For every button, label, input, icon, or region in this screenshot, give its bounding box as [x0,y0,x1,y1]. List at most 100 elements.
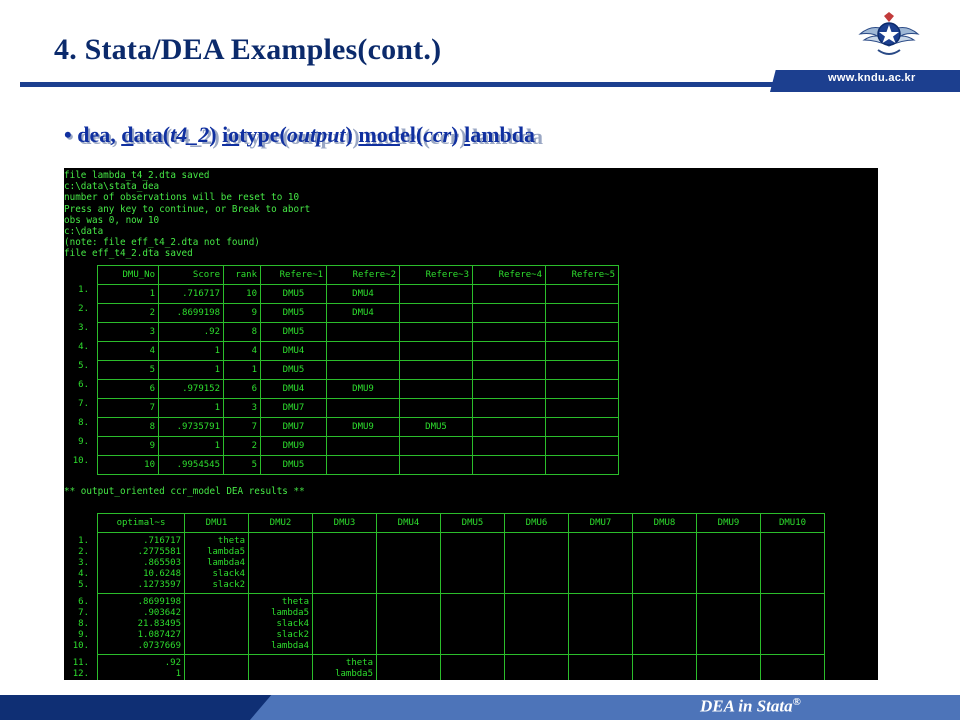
table-cell [545,322,619,342]
table-cell [504,654,569,680]
table-cell [545,360,619,380]
command-bullet: • dea, data(t4_2) iotype(output) model(c… [64,122,543,149]
column-header: DMU10 [760,513,825,533]
table-cell [399,284,473,304]
table-cell [326,398,400,418]
table-cell: .716717 [158,284,224,304]
table-row: 1. 2. 3. 4. 5. .716717 .2775581 .865503 1… [64,532,825,594]
column-header: DMU1 [184,513,249,533]
table-row: 10. 10.9954545 5 DMU5 [64,455,619,475]
table-cell [399,455,473,475]
log-line: c:\data\stata_dea [64,181,160,193]
table-cell: DMU9 [326,417,400,437]
table-cell: .92 [158,322,224,342]
table-row: 4. 4 1 4 DMU4 [64,341,619,361]
table-cell [632,593,697,655]
table-cell [248,654,313,680]
university-emblem-icon [858,12,920,55]
table-cell: 2 [97,303,159,323]
table-cell [472,379,546,399]
table-cell: DMU4 [260,341,327,361]
table-cell [399,322,473,342]
row-number: 1. [78,284,89,295]
table-cell [760,532,825,594]
header-url[interactable]: www.kndu.ac.kr [828,72,916,84]
table-cell: 3 [223,398,261,418]
table-cell [399,436,473,456]
table-cell [312,532,377,594]
table-cell [326,436,400,456]
log-line: Press any key to continue, or Break to a… [64,203,311,215]
table-row: 7. 7 1 3 DMU7 [64,398,619,418]
stata-results-window[interactable]: file lambda_t4_2.dta saved c:\data\stata… [64,168,878,680]
table-cell [504,593,569,655]
table-cell: 5 [223,455,261,475]
table-cell: 1 [158,360,224,380]
table-cell [545,436,619,456]
table-row: 3. 3.92 8 DMU5 [64,322,619,342]
log-line: file lambda_t4_2.dta saved [64,170,210,181]
column-header: DMU6 [504,513,569,533]
column-header: Score [158,265,224,285]
table-cell [545,398,619,418]
table-cell: 8 [97,417,159,437]
table-cell: 2 [223,436,261,456]
optimal-values: .92 1 25.65217 [97,654,185,680]
table-cell [696,532,761,594]
table-row: 1. 1.716717 10 DMU5 DMU4 [64,284,619,304]
table-cell [326,360,400,380]
table-cell: 6 [223,379,261,399]
column-header: DMU7 [568,513,633,533]
column-header: optimal~s [97,513,185,533]
table-row: 6. 7. 8. 9. 10. .8699198 .903642 21.83495… [64,593,825,655]
row-numbers: 1. 2. 3. 4. 5. [78,535,89,590]
column-header: DMU3 [312,513,377,533]
table-cell: theta lambda5 slack4 [312,654,377,680]
table-cell [399,379,473,399]
table-cell [545,455,619,475]
table-cell: 10 [223,284,261,304]
table-cell [545,303,619,323]
table-cell [472,341,546,361]
table-cell [472,303,546,323]
table-cell [568,593,633,655]
table-cell [760,593,825,655]
row-number: 7. [78,398,89,409]
column-header: DMU_No [97,265,159,285]
table-cell: DMU5 [260,322,327,342]
table-cell: DMU7 [260,398,327,418]
table-cell: .8699198 [158,303,224,323]
table-cell: DMU4 [326,303,400,323]
row-number: 6. [78,379,89,390]
column-header: Refere~2 [326,265,400,285]
row-number: 2. [78,303,89,314]
column-header: DMU2 [248,513,313,533]
column-header: rank [223,265,261,285]
table-cell [376,593,441,655]
table-cell [696,654,761,680]
row-numbers: 11. 12. 13. [72,657,89,681]
footer-accent [250,695,960,720]
table-cell [440,532,505,594]
table-cell [399,341,473,361]
console-log: file lambda_t4_2.dta saved c:\data\stata… [64,170,310,260]
table-cell [760,654,825,680]
table-cell [568,654,633,680]
optimal-values: .716717 .2775581 .865503 10.6248 .127359… [97,532,185,594]
row-number: 3. [78,322,89,333]
table-cell: 4 [97,341,159,361]
table-cell [472,455,546,475]
dea-detail-table: optimal~s DMU1 DMU2 DMU3 DMU4 DMU5 DMU6 … [64,513,825,680]
table-cell [545,417,619,437]
table-row: 9. 9 1 2 DMU9 [64,436,619,456]
table-cell [184,654,249,680]
table-cell [326,322,400,342]
table-cell: 6 [97,379,159,399]
table-cell [399,303,473,323]
column-header: Refere~5 [545,265,619,285]
row-number: 9. [78,436,89,447]
log-line: (note: file eff_t4_2.dta not found) [64,237,260,249]
table-cell [472,360,546,380]
table-row: 8. 8.9735791 7 DMU7 DMU9 DMU5 [64,417,619,437]
table-cell: 1 [97,284,159,304]
